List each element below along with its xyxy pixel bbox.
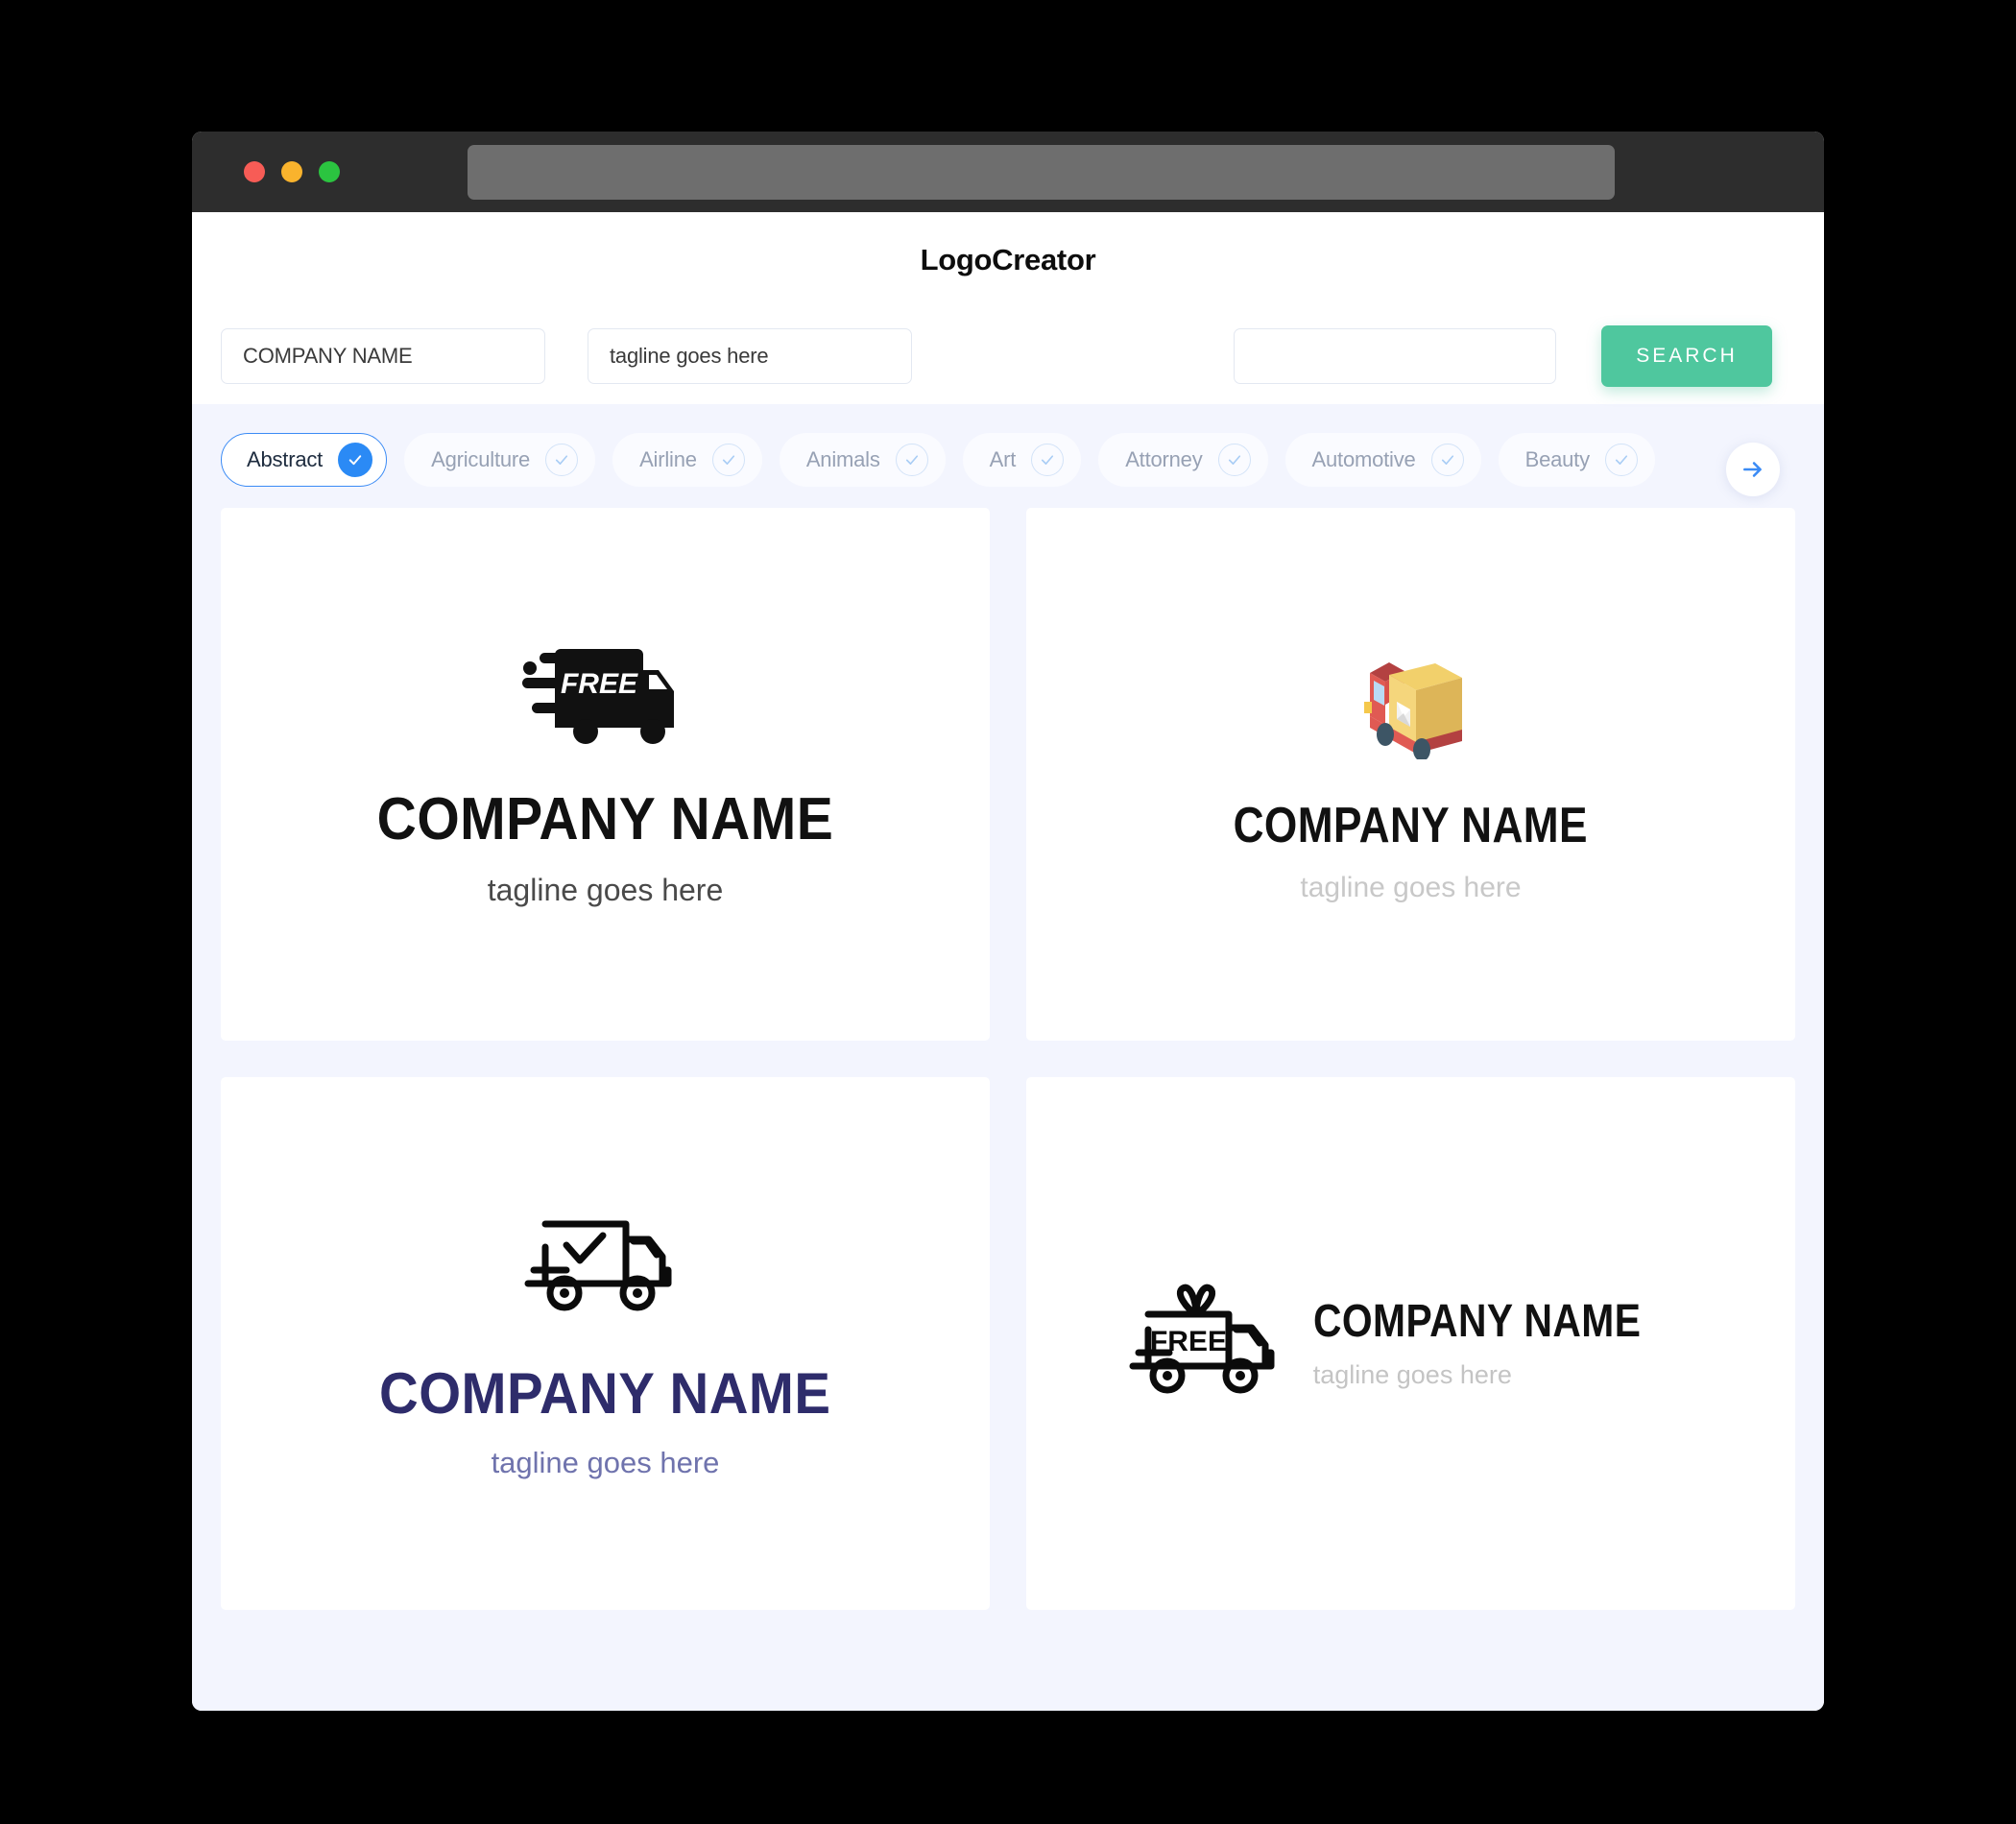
category-pill-airline[interactable]: Airline — [612, 433, 762, 487]
content-area: Abstract Agriculture Airline Animals Art… — [192, 404, 1824, 1711]
logo-card[interactable]: FREE COMPANY NAME tagline goes here — [1026, 1077, 1795, 1610]
logo-card[interactable]: COMPANY NAME tagline goes here — [221, 1077, 990, 1610]
delivery-truck-free-solid-icon: FREE — [515, 643, 697, 750]
category-pill-attorney[interactable]: Attorney — [1098, 433, 1268, 487]
category-label: Abstract — [247, 447, 324, 471]
logo-preview: COMPANY NAME tagline goes here — [365, 1211, 845, 1477]
check-icon — [1430, 444, 1464, 476]
category-label: Beauty — [1524, 447, 1590, 471]
logo-preview: FREE COMPANY NAME tagline goes here — [357, 643, 853, 905]
category-pill-agriculture[interactable]: Agriculture — [404, 433, 596, 487]
check-icon — [1217, 444, 1251, 476]
category-pill-art[interactable]: Art — [962, 433, 1082, 487]
search-toolbar: COMPANY NAME tagline goes here SEARCH — [192, 308, 1824, 404]
svg-text:FREE: FREE — [560, 668, 637, 700]
check-icon — [895, 444, 928, 476]
keyword-input[interactable] — [1234, 328, 1556, 384]
svg-text:FREE: FREE — [1150, 1326, 1227, 1357]
logo-preview: COMPANY NAME tagline goes here — [1202, 646, 1620, 902]
arrow-right-icon — [1743, 462, 1762, 477]
logo-text-block: COMPANY NAME tagline goes here — [1313, 1299, 1699, 1388]
category-label: Agriculture — [431, 447, 531, 471]
search-button[interactable]: SEARCH — [1601, 325, 1772, 387]
logo-tagline: tagline goes here — [487, 873, 724, 907]
logo-tagline: tagline goes here — [1312, 1360, 1512, 1389]
page-title: LogoCreator — [920, 243, 1096, 276]
check-icon — [338, 443, 373, 477]
logo-tagline: tagline goes here — [491, 1445, 720, 1479]
check-icon — [711, 444, 745, 476]
logo-company-name: COMPANY NAME — [1312, 1296, 1642, 1347]
logo-company-name: COMPANY NAME — [379, 1360, 831, 1426]
gift-truck-free-outline-icon: FREE — [1123, 1282, 1288, 1405]
category-label: Animals — [805, 447, 880, 471]
window-controls — [244, 161, 340, 182]
isometric-mail-truck-icon — [1343, 646, 1477, 764]
category-label: Airline — [639, 447, 697, 471]
category-label: Art — [989, 447, 1017, 471]
check-icon — [1031, 444, 1065, 476]
logo-preview: FREE COMPANY NAME tagline goes here — [1123, 1282, 1699, 1405]
delivery-truck-check-outline-icon — [520, 1211, 689, 1321]
category-label: Attorney — [1125, 447, 1203, 471]
maximize-button[interactable] — [319, 161, 340, 182]
category-pill-animals[interactable]: Animals — [779, 433, 946, 487]
logo-company-name: COMPANY NAME — [1233, 798, 1589, 853]
logo-tagline: tagline goes here — [1300, 872, 1522, 903]
company-name-input[interactable]: COMPANY NAME — [221, 328, 545, 384]
logo-grid: FREE COMPANY NAME tagline goes here COMP… — [221, 508, 1795, 1610]
app-header: LogoCreator — [192, 212, 1824, 308]
check-icon — [1604, 444, 1638, 476]
browser-titlebar — [192, 132, 1824, 212]
url-bar[interactable] — [468, 144, 1615, 200]
next-categories-button[interactable] — [1726, 443, 1780, 496]
logo-card[interactable]: COMPANY NAME tagline goes here — [1026, 508, 1795, 1041]
category-label: Automotive — [1311, 447, 1416, 471]
tagline-input[interactable]: tagline goes here — [588, 328, 912, 384]
category-pill-automotive[interactable]: Automotive — [1284, 433, 1481, 487]
category-pill-beauty[interactable]: Beauty — [1498, 433, 1655, 487]
category-filter-bar: Abstract Agriculture Airline Animals Art… — [221, 404, 1795, 508]
logo-card[interactable]: FREE COMPANY NAME tagline goes here — [221, 508, 990, 1041]
minimize-button[interactable] — [281, 161, 302, 182]
logo-company-name: COMPANY NAME — [376, 786, 834, 852]
browser-window: LogoCreator COMPANY NAME tagline goes he… — [192, 132, 1824, 1711]
check-icon — [545, 444, 579, 476]
close-button[interactable] — [244, 161, 265, 182]
category-pill-abstract[interactable]: Abstract — [221, 433, 388, 487]
